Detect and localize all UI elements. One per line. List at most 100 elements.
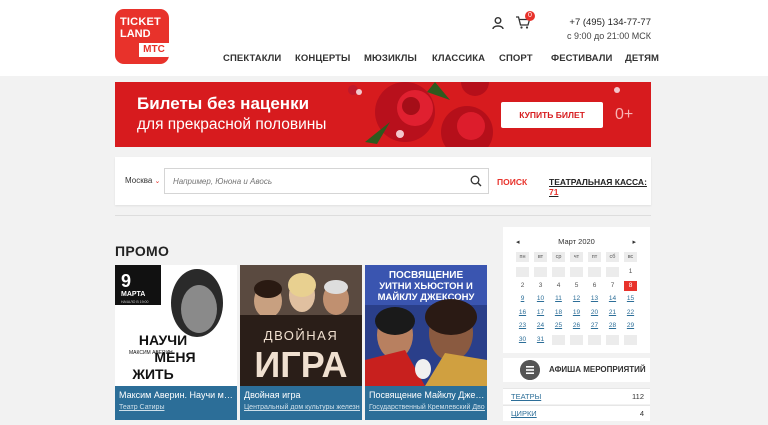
box-office-count: 71 <box>549 187 559 197</box>
nav-item-myuzikly[interactable]: МЮЗИКЛЫ <box>364 53 417 65</box>
search-button[interactable]: ПОИСК <box>497 177 527 187</box>
user-icon[interactable] <box>491 16 505 30</box>
city-label: Москва <box>125 176 153 185</box>
section-divider <box>115 215 651 216</box>
nav-item-klassika[interactable]: КЛАССИКА <box>432 53 485 65</box>
nav-item-sport[interactable]: СПОРТ <box>499 53 533 65</box>
card-title[interactable]: Посвящение Майклу Джек... <box>369 389 485 401</box>
main-nav: СПЕКТАКЛИ КОНЦЕРТЫ МЮЗИКЛЫ КЛАССИКА СПОР… <box>0 53 768 65</box>
calendar-day[interactable]: 8 <box>624 280 637 291</box>
calendar-day[interactable]: 9 <box>516 294 529 304</box>
search-bar: Москва ⌄ ПОИСК ТЕАТРАЛЬНАЯ КАССА: 71 <box>115 157 651 205</box>
calendar-day[interactable]: 18 <box>552 308 565 318</box>
poster-title-line1: ДВОЙНАЯ <box>264 328 338 343</box>
calendar-day[interactable]: 27 <box>588 321 601 331</box>
poster-tribute-image: ПОСВЯЩЕНИЕ УИТНИ ХЬЮСТОН И МАЙКЛУ ДЖЕКСО… <box>365 265 487 386</box>
afisha-label[interactable]: ЦИРКИ <box>511 409 537 419</box>
calendar-next-icon[interactable]: ▸ <box>632 237 636 247</box>
calendar-day[interactable]: 26 <box>570 321 583 331</box>
calendar-day[interactable]: 17 <box>534 308 547 318</box>
cart-count-badge: 0 <box>525 11 535 21</box>
site-header: TICKET LAND МТС 0 +7 (495) 134-77-77 с 9… <box>0 0 768 76</box>
calendar-empty-cell <box>624 334 637 345</box>
calendar-empty-cell <box>552 334 565 345</box>
search-icon[interactable] <box>470 175 482 187</box>
calendar-day[interactable]: 12 <box>570 294 583 304</box>
poster-title-line3: ЖИТЬ <box>131 366 173 382</box>
card-venue[interactable]: Театр Сатиры <box>119 403 235 413</box>
calendar-day[interactable]: 30 <box>516 335 529 345</box>
calendar-weekday: пт <box>588 252 601 262</box>
calendar-day[interactable]: 22 <box>624 308 637 318</box>
poster-day: 9 <box>121 271 131 291</box>
promo-card-averin[interactable]: 9 МАРТА НАЧАЛО В 19:00 МАКСИМ АВЕРИН НАУ… <box>115 265 237 420</box>
afisha-row-theatres[interactable]: ТЕАТРЫ 112 <box>503 388 650 404</box>
calendar-day[interactable]: 15 <box>624 294 637 304</box>
box-office-label: ТЕАТРАЛЬНАЯ КАССА: <box>549 177 647 187</box>
calendar-day: 6 <box>592 281 597 289</box>
promo-banner[interactable]: Билеты без наценки для прекрасной полови… <box>115 82 651 147</box>
events-calendar: ◂ Март 2020 ▸ пн вт ср чт пт сб вс 1 2 3 4 5 6 7 8 9 10 1… <box>503 227 650 353</box>
calendar-day[interactable]: 14 <box>606 294 619 304</box>
theatre-masks-icon <box>520 360 540 380</box>
calendar-weekday: вс <box>624 252 637 262</box>
calendar-day[interactable]: 11 <box>552 294 565 304</box>
afisha-row-circuses[interactable]: ЦИРКИ 4 <box>503 405 650 421</box>
working-hours: с 9:00 до 21:00 МСК <box>566 31 651 41</box>
banner-subheadline: для прекрасной половины <box>137 116 327 133</box>
card-title[interactable]: Двойная игра <box>244 389 360 401</box>
afisha-count: 112 <box>632 392 644 401</box>
calendar-weekday: чт <box>570 252 583 262</box>
card-venue[interactable]: Центральный дом культуры железно <box>244 403 360 413</box>
promo-card-dvoynaya-igra[interactable]: ДВОЙНАЯ ИГРА Двойная игра Центральный до… <box>240 265 362 420</box>
poster-time: НАЧАЛО В 19:00 <box>121 300 148 304</box>
calendar-empty-cell <box>552 267 565 277</box>
phone-number[interactable]: +7 (495) 134-77-77 <box>569 17 651 28</box>
card-venue[interactable]: Государственный Кремлевский Двор <box>369 403 485 413</box>
calendar-empty-cell <box>516 267 529 277</box>
card-title[interactable]: Максим Аверин. Научи мен... <box>119 389 235 401</box>
calendar-day: 1 <box>628 268 633 275</box>
buy-ticket-button[interactable]: КУПИТЬ БИЛЕТ <box>501 102 603 128</box>
calendar-empty-cell <box>588 267 601 277</box>
calendar-weekday: сб <box>606 252 619 262</box>
calendar-day[interactable]: 19 <box>570 308 583 318</box>
promo-heading: ПРОМО <box>115 243 170 259</box>
theatre-box-office-link[interactable]: ТЕАТРАЛЬНАЯ КАССА: 71 <box>549 177 651 197</box>
search-input[interactable] <box>164 168 489 194</box>
calendar-day[interactable]: 13 <box>588 294 601 304</box>
calendar-day: 2 <box>520 281 525 289</box>
calendar-day[interactable]: 16 <box>516 308 529 318</box>
poster-averin-image: 9 МАРТА НАЧАЛО В 19:00 МАКСИМ АВЕРИН НАУ… <box>115 265 237 386</box>
calendar-day[interactable]: 29 <box>624 321 637 331</box>
calendar-day[interactable]: 24 <box>534 321 547 331</box>
calendar-empty-cell <box>588 334 601 345</box>
calendar-day[interactable]: 20 <box>588 308 601 318</box>
calendar-day[interactable]: 25 <box>552 321 565 331</box>
afisha-label[interactable]: ТЕАТРЫ <box>511 392 541 402</box>
calendar-weekday: вт <box>534 252 547 262</box>
afisha-count: 4 <box>639 409 644 418</box>
calendar-day[interactable]: 23 <box>516 321 529 331</box>
nav-item-spektakli[interactable]: СПЕКТАКЛИ <box>223 53 281 65</box>
banner-headline: Билеты без наценки <box>137 94 310 113</box>
promo-card-michael-jackson[interactable]: ПОСВЯЩЕНИЕ УИТНИ ХЬЮСТОН И МАЙКЛУ ДЖЕКСО… <box>365 265 487 420</box>
calendar-day: 5 <box>574 281 579 289</box>
poster-title-line1: ПОСВЯЩЕНИЕ <box>389 270 464 281</box>
calendar-day[interactable]: 10 <box>534 294 547 304</box>
age-rating: 0+ <box>615 106 634 123</box>
calendar-day[interactable]: 31 <box>534 335 547 345</box>
afisha-title: АФИША МЕРОПРИЯТИЙ <box>549 365 646 374</box>
nav-item-detyam[interactable]: ДЕТЯМ <box>625 53 659 65</box>
nav-item-koncerty[interactable]: КОНЦЕРТЫ <box>295 53 350 65</box>
calendar-empty-cell <box>606 267 619 277</box>
calendar-empty-cell <box>570 334 583 345</box>
logo-text-land: LAND <box>120 28 151 40</box>
calendar-day[interactable]: 21 <box>606 308 619 318</box>
poster-dvoynaya-igra-image: ДВОЙНАЯ ИГРА <box>240 265 362 386</box>
nav-item-festivali[interactable]: ФЕСТИВАЛИ <box>551 53 612 65</box>
calendar-day[interactable]: 28 <box>606 321 619 331</box>
afisha-header: АФИША МЕРОПРИЯТИЙ <box>503 358 650 382</box>
city-selector[interactable]: Москва ⌄ <box>125 176 160 187</box>
calendar-empty-cell <box>606 334 619 345</box>
